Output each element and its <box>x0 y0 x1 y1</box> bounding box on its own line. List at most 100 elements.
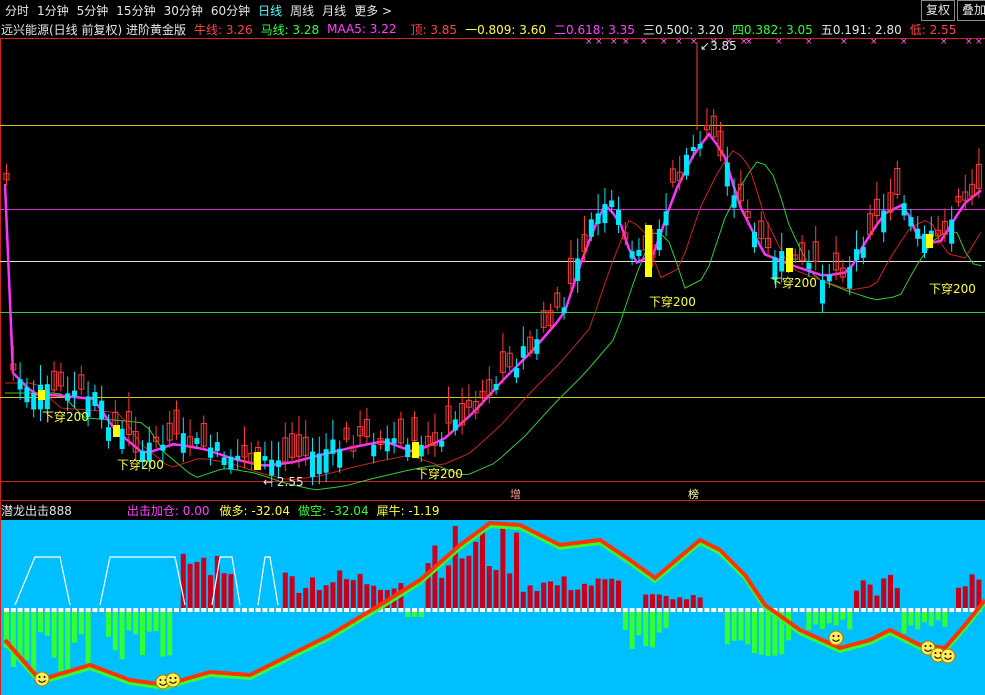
chuji-value: 出击加仓: 0.00 <box>126 504 210 518</box>
hist-tick <box>160 608 166 612</box>
hist-bar-red <box>894 587 900 608</box>
hist-bar-red <box>588 585 594 608</box>
hist-bar-red <box>310 577 315 608</box>
hist-bar-green <box>928 612 934 626</box>
hist-bar-green <box>935 612 941 621</box>
hist-bar-green <box>622 612 628 630</box>
hist-bar-green <box>112 612 118 651</box>
hist-tick <box>874 608 880 612</box>
smiley-icon <box>940 648 956 664</box>
hist-bar-red <box>867 584 873 608</box>
hist-tick <box>568 608 574 612</box>
hist-tick <box>820 608 825 612</box>
cross-label: 下穿200 <box>416 467 463 481</box>
hist-bar-red <box>677 597 683 608</box>
candle-down <box>901 203 907 216</box>
hist-tick <box>956 608 961 612</box>
hist-tick <box>201 608 207 612</box>
hist-bar-green <box>418 612 424 617</box>
hist-tick <box>44 608 50 612</box>
hist-tick <box>119 608 125 612</box>
hist-tick <box>888 608 893 612</box>
hist-tick <box>575 608 581 612</box>
hist-bar-green <box>31 612 37 672</box>
candle-down <box>663 211 669 226</box>
hist-bar-green <box>167 612 173 656</box>
hist-tick <box>840 608 846 612</box>
hist-bar-green <box>738 612 744 641</box>
candle-down <box>949 219 955 244</box>
hist-tick <box>901 608 907 612</box>
candle-down <box>221 457 227 466</box>
yellow-candle <box>926 234 933 248</box>
hist-bar-green <box>813 612 819 625</box>
hist-tick <box>439 608 445 612</box>
hist-tick <box>493 608 499 612</box>
hist-tick <box>446 608 451 612</box>
candle-down <box>656 228 662 251</box>
hist-bar-green <box>656 612 662 633</box>
candle-down <box>915 228 921 239</box>
hist-tick <box>167 608 173 612</box>
hist-tick <box>636 608 642 612</box>
hist-bar-red <box>296 592 302 608</box>
hist-bar-green <box>806 612 812 630</box>
hist-tick <box>248 608 254 612</box>
candle-down <box>724 162 730 187</box>
hist-tick <box>881 608 887 612</box>
candle-down <box>860 246 866 258</box>
hist-bar-red <box>554 585 560 608</box>
cross-label: 下穿200 <box>929 282 976 296</box>
hist-tick <box>242 608 247 612</box>
x-marker: × <box>660 37 668 47</box>
hist-tick <box>38 608 43 612</box>
hist-tick <box>310 608 315 612</box>
hist-tick <box>915 608 921 612</box>
hist-bar-green <box>942 612 948 627</box>
hist-bar-green <box>44 612 50 636</box>
candle-down <box>602 204 608 224</box>
cross-label: 下穿200 <box>117 458 164 472</box>
hist-bar-green <box>731 612 737 641</box>
candle-down <box>99 400 105 420</box>
hist-tick <box>656 608 662 612</box>
candle-down <box>854 249 859 261</box>
hist-bar-red <box>854 590 859 608</box>
candle-down <box>316 453 322 475</box>
candle-down <box>595 213 601 224</box>
hist-bar-red <box>446 565 451 608</box>
candle-down <box>371 444 377 457</box>
hist-bar-red <box>568 589 574 608</box>
hist-tick <box>894 608 900 612</box>
hist-bar-red <box>364 584 370 608</box>
candle-down <box>908 217 914 227</box>
hist-tick <box>745 608 751 612</box>
hist-bar-red <box>500 524 506 608</box>
candle-down <box>779 251 785 272</box>
hist-bar-red <box>962 586 968 608</box>
x-marker: × <box>870 37 878 47</box>
hist-tick <box>677 608 683 612</box>
hist-bar-red <box>187 563 193 608</box>
hist-bar-red <box>303 587 309 608</box>
candle-down <box>31 393 37 410</box>
hist-bar-red <box>860 580 866 608</box>
candle-down <box>194 438 200 444</box>
hist-bar-red <box>969 574 975 608</box>
hist-bar-red <box>493 569 499 608</box>
hist-bar-red <box>480 529 485 608</box>
hist-tick <box>752 608 757 612</box>
hist-bar-green <box>840 612 846 620</box>
hist-tick <box>731 608 737 612</box>
hist-tick <box>806 608 812 612</box>
yellow-candle <box>786 248 793 272</box>
kline-chart[interactable]: × × × × × × × × × × ×× × × × × × × × × <box>0 0 985 695</box>
hist-tick <box>17 608 23 612</box>
candle-down <box>391 438 397 444</box>
hist-bar-red <box>221 573 227 608</box>
hist-tick <box>663 608 669 612</box>
hist-tick <box>609 608 615 612</box>
hist-tick <box>126 608 132 612</box>
indicator-name: 潜龙出击888 <box>1 504 72 518</box>
hist-tick <box>262 608 268 612</box>
